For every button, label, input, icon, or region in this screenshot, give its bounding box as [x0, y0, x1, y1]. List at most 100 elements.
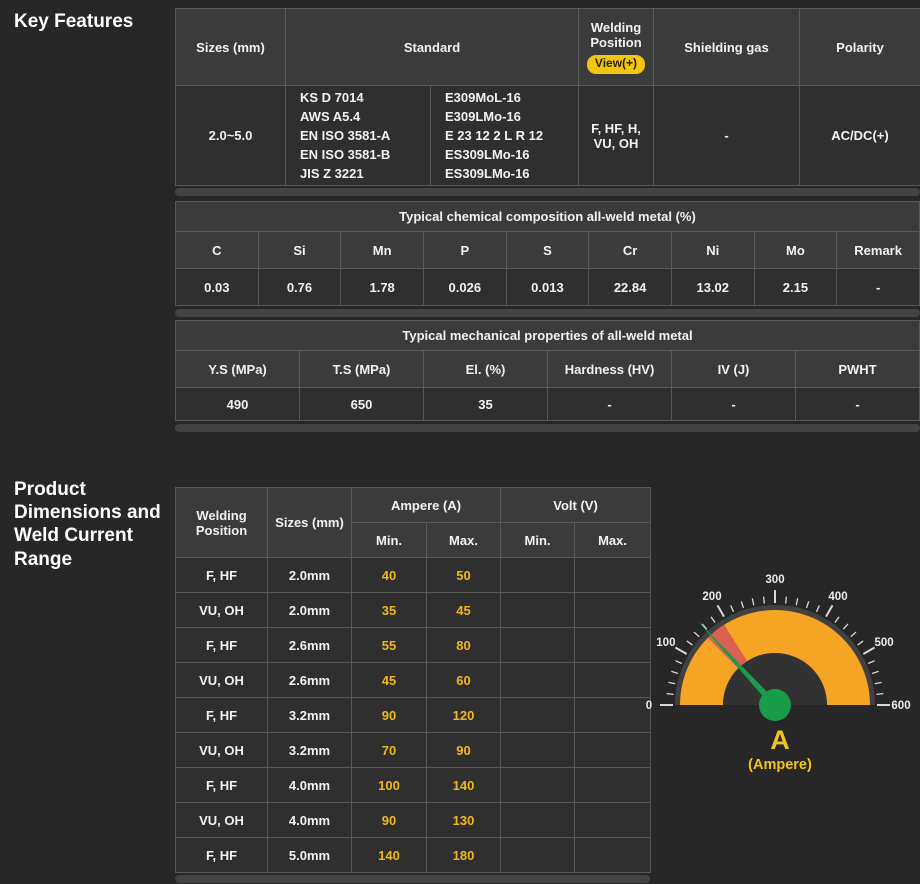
cur-size: 3.2mm	[267, 697, 352, 733]
cur-size: 5.0mm	[267, 837, 352, 873]
cur-size: 2.0mm	[267, 557, 352, 593]
chem-value: 22.84	[588, 268, 672, 306]
svg-text:400: 400	[828, 591, 847, 603]
spec-header-welding-position: Welding Position View(+)	[578, 8, 654, 86]
spec-standards-list-1: KS D 7014 AWS A5.4 EN ISO 3581-A EN ISO …	[285, 85, 431, 186]
cur-size: 4.0mm	[267, 767, 352, 803]
spec-header-shielding-gas: Shielding gas	[653, 8, 800, 86]
cur-position: VU, OH	[175, 662, 268, 698]
welding-position-label: Welding Position	[590, 20, 642, 51]
cur-subheader-amp-min: Min.	[351, 522, 427, 558]
chem-value: 1.78	[340, 268, 424, 306]
chem-col-header: Mn	[340, 231, 424, 269]
product-spec-page: Key Features Product Dimensions and Weld…	[0, 0, 920, 884]
cur-position: VU, OH	[175, 802, 268, 838]
standard-item: KS D 7014	[300, 90, 364, 105]
chemical-composition-table: Typical chemical composition all-weld me…	[175, 201, 920, 306]
h-scrollbar[interactable]	[175, 309, 920, 317]
spec-table: Sizes (mm) Standard Welding Position Vie…	[175, 8, 920, 186]
chem-col-header: Ni	[670, 231, 755, 269]
h-scrollbar[interactable]	[175, 875, 650, 883]
standard-item: ES309LMo-16	[445, 166, 530, 181]
cur-amp-min: 90	[351, 802, 427, 838]
cur-amp-min: 55	[351, 627, 427, 663]
h-scrollbar[interactable]	[175, 424, 920, 432]
cur-position: F, HF	[175, 627, 268, 663]
standard-item: ES309LMo-16	[445, 147, 530, 162]
cur-volt-min	[500, 627, 576, 663]
table-row: F, HF 3.2mm 90 120	[175, 697, 652, 733]
cur-volt-min	[500, 802, 576, 838]
cur-header-volt: Volt (V)	[500, 487, 652, 523]
cur-amp-min: 45	[351, 662, 427, 698]
cur-position: F, HF	[175, 557, 268, 593]
cur-volt-max	[574, 627, 652, 663]
cur-amp-max: 120	[425, 697, 502, 733]
table-row: F, HF 4.0mm 100 140	[175, 767, 652, 803]
cur-amp-max: 180	[425, 837, 502, 873]
gauge-dial: 0 100 200 300 400 500 600	[646, 574, 911, 721]
mech-col-header: El. (%)	[423, 350, 548, 388]
cur-amp-max: 80	[425, 627, 502, 663]
cur-volt-max	[574, 802, 652, 838]
chem-value: -	[836, 268, 920, 306]
mech-col-header: PWHT	[795, 350, 920, 388]
spec-shielding-gas-value: -	[653, 85, 800, 186]
cur-volt-min	[500, 557, 576, 593]
cur-size: 3.2mm	[267, 732, 352, 768]
view-plus-button[interactable]: View(+)	[586, 55, 646, 74]
cur-header-welding-position: Welding Position	[175, 487, 268, 558]
key-features-tables: Sizes (mm) Standard Welding Position Vie…	[175, 8, 920, 432]
cur-volt-min	[500, 662, 576, 698]
table-row: VU, OH 2.6mm 45 60	[175, 662, 652, 698]
cur-volt-min	[500, 837, 576, 873]
gauge-unit-label: A	[770, 725, 790, 755]
svg-text:200: 200	[702, 591, 721, 603]
cur-amp-min: 90	[351, 697, 427, 733]
h-scrollbar[interactable]	[175, 188, 920, 196]
spec-standards-list-2: E309MoL-16 E309LMo-16 E 23 12 2 L R 12 E…	[430, 85, 579, 186]
cur-header-ampere: Ampere (A)	[350, 487, 502, 523]
cur-amp-max: 50	[425, 557, 502, 593]
cur-amp-min: 70	[351, 732, 427, 768]
cur-volt-min	[500, 732, 576, 768]
cur-volt-max	[574, 697, 652, 733]
spec-sizes-value: 2.0~5.0	[175, 85, 286, 186]
cur-amp-max: 90	[425, 732, 502, 768]
mechanical-properties-table: Typical mechanical properties of all-wel…	[175, 320, 920, 421]
chem-col-header: Mo	[753, 231, 838, 269]
weld-current-range-section: Welding Position Sizes (mm) Ampere (A) V…	[175, 487, 652, 883]
cur-size: 2.6mm	[267, 627, 352, 663]
chem-value: 0.026	[422, 268, 507, 306]
cur-amp-max: 45	[425, 592, 502, 628]
standard-item: JIS Z 3221	[300, 166, 364, 181]
chem-col-header: C	[175, 231, 259, 269]
mech-value: -	[547, 387, 672, 421]
svg-text:100: 100	[656, 637, 675, 649]
cur-amp-min: 140	[351, 837, 427, 873]
cur-position: VU, OH	[175, 592, 268, 628]
cur-subheader-amp-max: Max.	[425, 522, 502, 558]
svg-text:500: 500	[875, 637, 894, 649]
svg-text:600: 600	[891, 700, 910, 712]
mech-value: -	[795, 387, 920, 421]
mech-col-header: IV (J)	[671, 350, 796, 388]
chem-value: 2.15	[753, 268, 838, 306]
mech-col-header: Y.S (MPa)	[175, 350, 300, 388]
spec-polarity-value: AC/DC(+)	[799, 85, 920, 186]
standard-item: E 23 12 2 L R 12	[445, 128, 544, 143]
cur-amp-max: 60	[425, 662, 502, 698]
mech-value: -	[671, 387, 796, 421]
cur-amp-min: 35	[351, 592, 427, 628]
standard-item: EN ISO 3581-B	[300, 147, 391, 162]
chem-value: 13.02	[670, 268, 755, 306]
gauge-unit-caption: (Ampere)	[748, 756, 812, 773]
current-range-table: Welding Position Sizes (mm) Ampere (A) V…	[175, 487, 652, 873]
spec-header-standard: Standard	[285, 8, 579, 86]
standard-item: E309LMo-16	[445, 109, 521, 124]
cur-size: 2.6mm	[267, 662, 352, 698]
svg-text:300: 300	[765, 574, 784, 586]
spec-header-sizes: Sizes (mm)	[175, 8, 286, 86]
cur-subheader-volt-min: Min.	[500, 522, 576, 558]
svg-text:0: 0	[646, 700, 652, 712]
